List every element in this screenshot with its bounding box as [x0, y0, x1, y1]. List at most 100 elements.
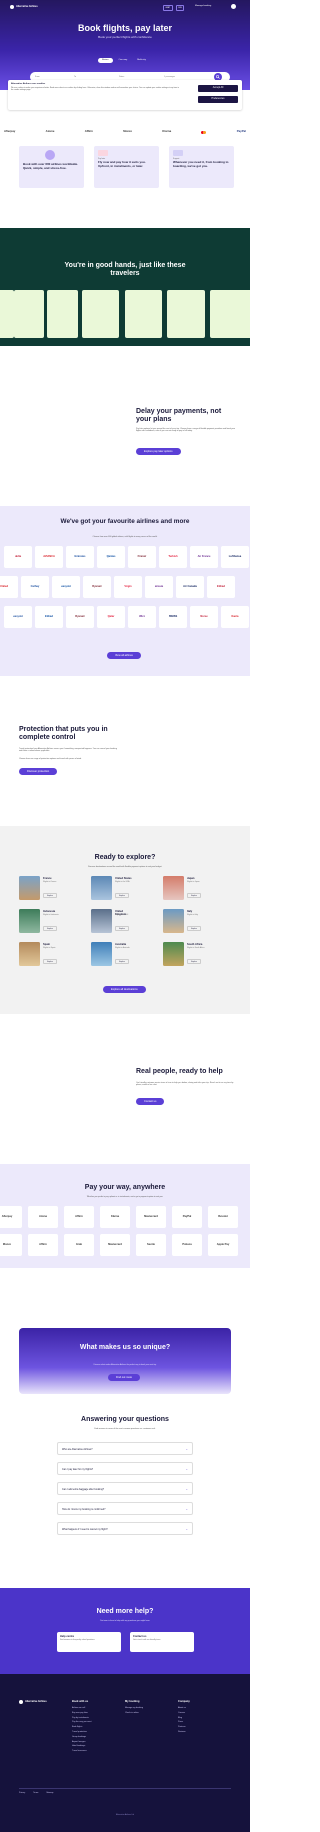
- privacy-link[interactable]: Privacy: [19, 1792, 25, 1794]
- traveler-card[interactable]: [14, 290, 44, 338]
- menu-icon[interactable]: [231, 4, 236, 9]
- sitemap-link[interactable]: Sitemap: [46, 1792, 53, 1794]
- destination-card[interactable]: France Flights to France Explore: [19, 876, 63, 900]
- footer-link[interactable]: Buy now pay later: [72, 1712, 91, 1714]
- passengers-field[interactable]: 1 passenger: [160, 76, 214, 78]
- footer-link[interactable]: Check-in online: [125, 1712, 143, 1714]
- explore-button[interactable]: Explore: [43, 926, 57, 931]
- destination-subtitle: Flights to France: [43, 881, 57, 883]
- feature-title: Fly now and pay how it suits you. Upfron…: [98, 160, 146, 168]
- footer-link[interactable]: Pay the way you want: [72, 1721, 91, 1723]
- traveler-card[interactable]: [125, 290, 162, 338]
- footer-link[interactable]: Airport lounges: [72, 1741, 91, 1743]
- destination-image: [91, 876, 112, 900]
- traveler-card[interactable]: [0, 290, 14, 338]
- explore-button[interactable]: Explore: [115, 926, 129, 931]
- destination-card[interactable]: Japan Flights to Japan Explore: [163, 876, 207, 900]
- mastercard-logo: [201, 130, 207, 134]
- reviews-text: Our friendly customer service team is he…: [136, 1082, 234, 1087]
- footer-link[interactable]: Travel protection: [72, 1731, 91, 1733]
- faq-item[interactable]: How do I know my booking is confirmed? ⌄: [57, 1502, 193, 1515]
- destination-card[interactable]: United Kingdom Flights to the UK Explore: [91, 909, 135, 933]
- tab-multi-city[interactable]: Multi-city: [133, 58, 150, 63]
- explore-all-button[interactable]: Explore all destinations: [103, 986, 146, 994]
- traveler-card[interactable]: [167, 290, 205, 338]
- tab-return[interactable]: Return: [98, 58, 113, 63]
- destination-subtitle: Flights to South Africa: [187, 947, 205, 949]
- travelers-title: You're in good hands, just like these tr…: [64, 262, 186, 278]
- language-selector[interactable]: EN: [176, 5, 185, 11]
- destination-card[interactable]: Spain Flights to Spain Explore: [19, 942, 63, 966]
- destination-image: [91, 909, 112, 933]
- payment-logo: Mastercard: [100, 1234, 130, 1256]
- destination-card[interactable]: Indonesia Flights to Indonesia Explore: [19, 909, 63, 933]
- explore-button[interactable]: Explore: [187, 926, 201, 931]
- accept-all-button[interactable]: Accept All: [198, 85, 238, 92]
- airline-logo: Emirates: [66, 546, 94, 568]
- terms-link[interactable]: Terms: [33, 1792, 38, 1794]
- chevron-down-icon: ⌄: [185, 1467, 188, 1471]
- brand-logo[interactable]: Alternative Airlines: [10, 5, 40, 9]
- destination-card[interactable]: Australia Flights to Australia Explore: [91, 942, 135, 966]
- footer-link[interactable]: Hotel bookings: [72, 1745, 91, 1747]
- destination-card[interactable]: South Africa Flights to South Africa Explo…: [163, 942, 207, 966]
- explore-button[interactable]: Explore: [43, 893, 57, 898]
- footer-brand[interactable]: Alternative Airlines: [19, 1700, 49, 1704]
- footer-link[interactable]: Book flights: [72, 1726, 91, 1728]
- protection-cta-button[interactable]: Discover protection: [19, 768, 58, 776]
- search-icon: [216, 75, 220, 79]
- traveler-card[interactable]: [47, 290, 78, 338]
- airline-logo: Air France: [190, 546, 218, 568]
- explore-button[interactable]: Explore: [187, 959, 201, 964]
- view-all-airlines-button[interactable]: View all airlines: [107, 652, 141, 660]
- preferences-button[interactable]: Preferences: [198, 96, 238, 103]
- airlines-subtitle: Choose from over 600 global airlines, wi…: [92, 536, 158, 538]
- footer-link[interactable]: Group bookings: [72, 1736, 91, 1738]
- footer-link[interactable]: Blog: [178, 1717, 190, 1719]
- payment-logo: Grab: [64, 1234, 94, 1256]
- help-centre-card[interactable]: Help centre Find answers to frequently a…: [57, 1632, 121, 1652]
- footer-link[interactable]: Travel insurance: [72, 1750, 91, 1752]
- footer-link[interactable]: Airlines we sell: [72, 1707, 91, 1709]
- footer-link[interactable]: Press: [178, 1721, 190, 1723]
- tab-one-way[interactable]: One way: [115, 58, 132, 63]
- hero: Alternative Airlines GBP EN Manage booki…: [0, 0, 250, 90]
- destination-card[interactable]: United States Flights to the USA Explore: [91, 876, 135, 900]
- delay-section: Delay your payments, not your plans Pay …: [0, 346, 250, 506]
- explore-button[interactable]: Explore: [43, 959, 57, 964]
- traveler-card[interactable]: [82, 290, 119, 338]
- faq-item[interactable]: Who are Alternative Airlines? ⌄: [57, 1442, 193, 1455]
- footer-link[interactable]: About us: [178, 1707, 190, 1709]
- destination-name: South Africa: [187, 943, 203, 946]
- to-field[interactable]: To: [70, 76, 115, 78]
- explore-button[interactable]: Explore: [115, 893, 129, 898]
- faq-item[interactable]: Can I pay later for my flights? ⌄: [57, 1462, 193, 1475]
- footer-link[interactable]: Careers: [178, 1712, 190, 1714]
- from-field[interactable]: From: [30, 76, 70, 78]
- delay-text: Pay later options let you spread the cos…: [136, 428, 235, 433]
- find-out-more-button[interactable]: Find out more: [108, 1374, 141, 1382]
- faq-item[interactable]: What happens if I need to cancel my flig…: [57, 1522, 193, 1535]
- delay-cta-button[interactable]: Explore pay later options: [136, 448, 181, 456]
- currency-selector[interactable]: GBP: [163, 5, 173, 11]
- explore-button[interactable]: Explore: [115, 959, 129, 964]
- protection-text-secondary: Choose from our range of protection opti…: [19, 758, 82, 760]
- unique-banner: What makes us so unique? Discover what m…: [19, 1328, 231, 1394]
- footer-link[interactable]: Partners: [178, 1726, 190, 1728]
- mastercard-circle-yellow: [203, 130, 207, 134]
- footer-link[interactable]: Pay by instalments: [72, 1717, 91, 1719]
- manage-booking-link[interactable]: Manage booking: [195, 5, 211, 8]
- contact-card[interactable]: Contact us Get in touch with our friendl…: [130, 1632, 194, 1652]
- footer-link[interactable]: Manage my booking: [125, 1707, 143, 1709]
- destination-image: [19, 942, 40, 966]
- chevron-down-icon: ⌄: [185, 1527, 188, 1531]
- contact-card-title: Contact us: [133, 1635, 147, 1638]
- traveler-card[interactable]: [210, 290, 250, 338]
- explore-button[interactable]: Explore: [187, 893, 201, 898]
- faq-item[interactable]: Can I add extra baggage after booking? ⌄: [57, 1482, 193, 1495]
- footer-link[interactable]: Reviews: [178, 1731, 190, 1733]
- payway-title: Pay your way, anywhere: [84, 1184, 166, 1191]
- contact-us-button[interactable]: Contact us: [136, 1098, 165, 1106]
- destination-card[interactable]: Italy Flights to Italy Explore: [163, 909, 207, 933]
- dates-field[interactable]: Dates: [115, 76, 160, 78]
